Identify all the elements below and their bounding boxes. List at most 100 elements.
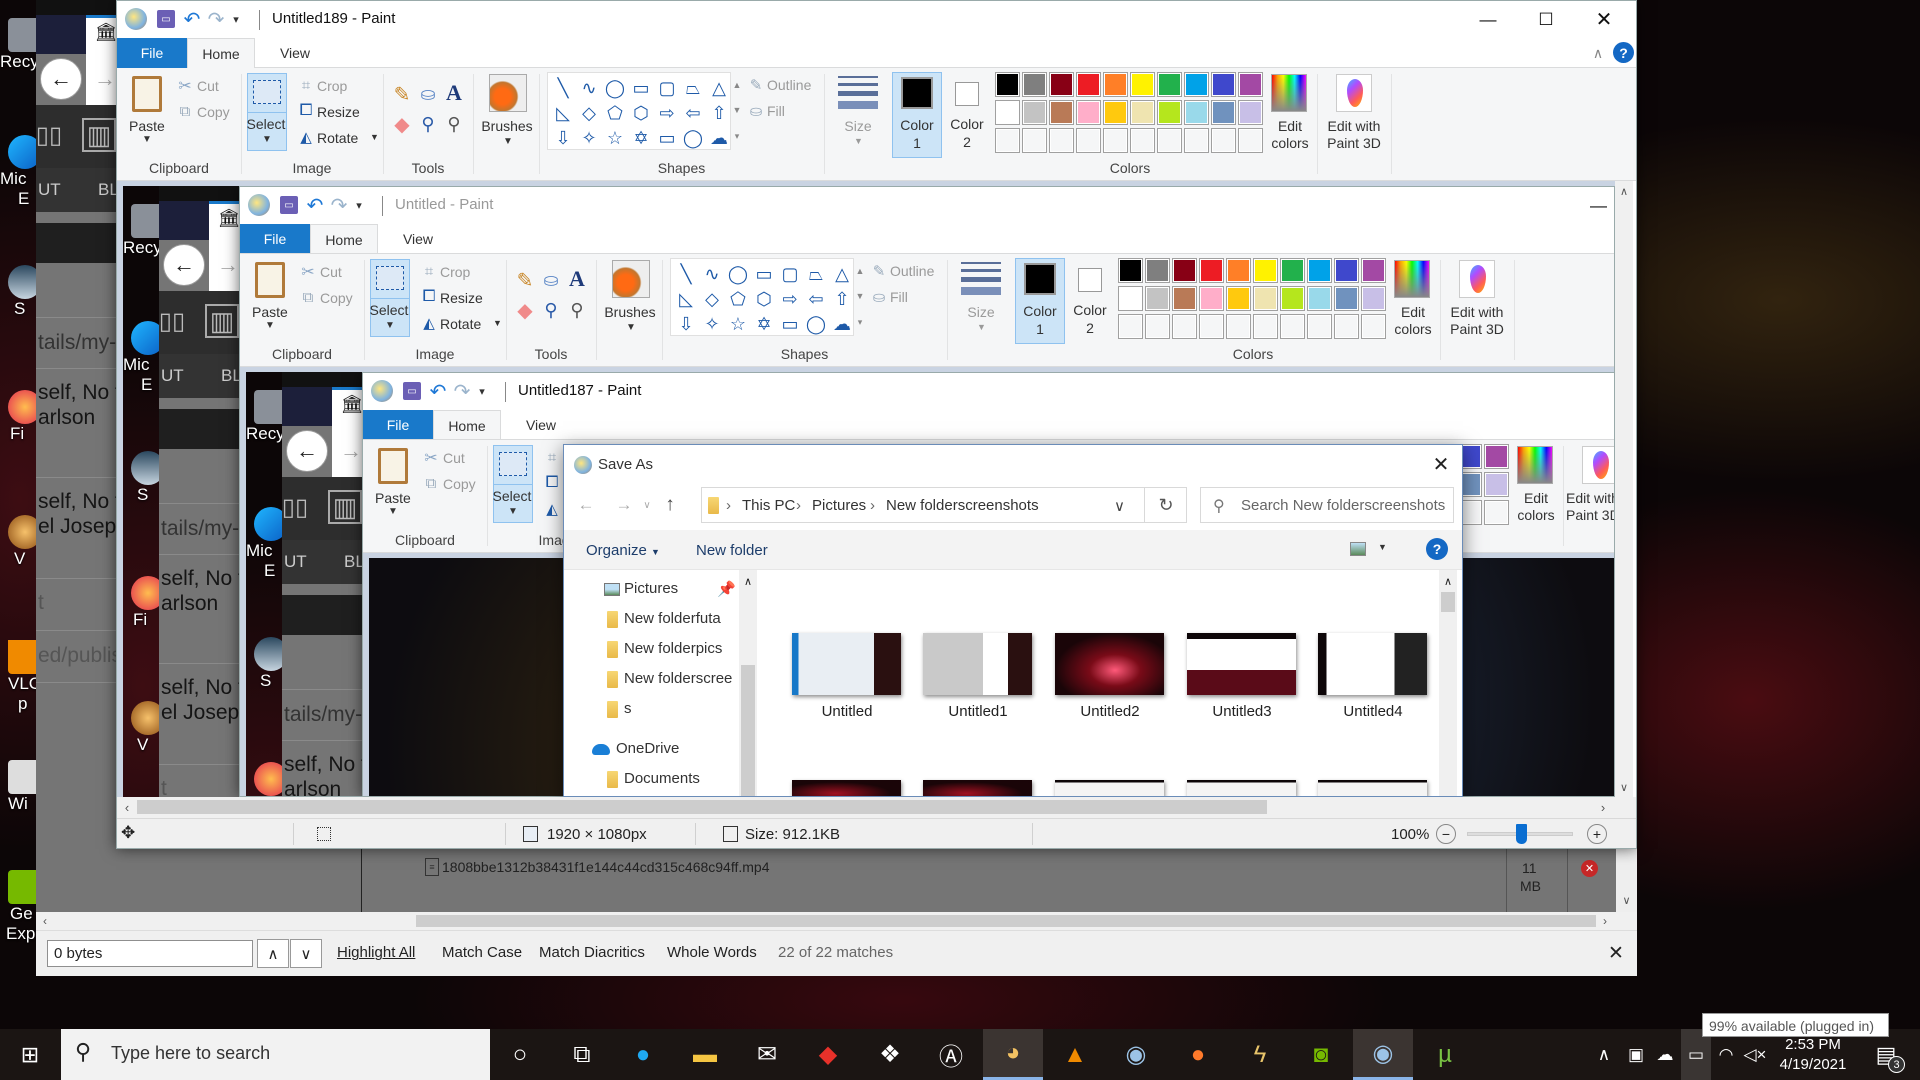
maximize-button[interactable]: ☐ bbox=[1517, 1, 1575, 38]
taskbar-circle-app-icon[interactable]: Ⓐ bbox=[921, 1029, 981, 1080]
scroll-right-icon[interactable]: › bbox=[1595, 799, 1611, 815]
onedrive-icon[interactable]: ☁ bbox=[1650, 1029, 1680, 1080]
custom-color-slot[interactable] bbox=[1130, 128, 1155, 153]
zoom-in-button[interactable]: + bbox=[1587, 824, 1607, 844]
palette-color-swatch[interactable] bbox=[1076, 72, 1101, 97]
file-thumbnail[interactable] bbox=[792, 633, 901, 695]
taskbar-task-view-icon[interactable]: ⧉ bbox=[552, 1029, 612, 1080]
shape-hexagon-icon[interactable]: ⬡ bbox=[628, 101, 654, 125]
outline-button[interactable]: Outline bbox=[767, 77, 811, 93]
save-icon[interactable]: ▭ bbox=[157, 10, 175, 28]
scrollbar-thumb[interactable] bbox=[137, 800, 1267, 814]
scroll-up-icon[interactable]: ∧ bbox=[1615, 183, 1633, 199]
zoom-slider-thumb[interactable] bbox=[1516, 824, 1527, 844]
file-thumbnail[interactable] bbox=[1187, 780, 1296, 796]
find-input[interactable]: 0 bytes bbox=[47, 940, 253, 967]
forward-button[interactable]: → bbox=[612, 493, 636, 517]
color1-button[interactable]: Color 1 bbox=[892, 72, 942, 158]
taskbar-red-app-icon[interactable]: ◆ bbox=[798, 1029, 858, 1080]
undo-icon[interactable]: ↶ bbox=[181, 7, 203, 31]
palette-color-swatch[interactable] bbox=[1130, 72, 1155, 97]
nav-item[interactable]: s bbox=[564, 698, 739, 726]
palette-color-swatch[interactable] bbox=[995, 100, 1020, 125]
palette-color-swatch[interactable] bbox=[1238, 72, 1263, 97]
file-thumbnail[interactable] bbox=[792, 780, 901, 796]
nav-item[interactable]: New folderscree bbox=[564, 668, 739, 696]
customize-quick-access-icon[interactable]: ▾ bbox=[229, 9, 243, 29]
redo-icon[interactable]: ↷ bbox=[205, 7, 227, 31]
book-icon[interactable]: ▯▯ bbox=[36, 120, 62, 150]
custom-color-slot[interactable] bbox=[1184, 128, 1209, 153]
meet-now-icon[interactable]: ▣ bbox=[1622, 1029, 1650, 1080]
files-scrollbar[interactable]: ∧ bbox=[1439, 570, 1457, 796]
palette-color-swatch[interactable] bbox=[1211, 100, 1236, 125]
eraser-icon[interactable]: ◆ bbox=[391, 112, 413, 136]
view-options-icon[interactable] bbox=[1350, 542, 1366, 556]
desktop-icon-wi[interactable]: Wi bbox=[0, 760, 36, 814]
palette-color-swatch[interactable] bbox=[1184, 100, 1209, 125]
color-picker-icon[interactable]: ⚲ bbox=[417, 112, 439, 136]
desktop-icon-v[interactable]: V bbox=[0, 515, 36, 569]
zoom-out-button[interactable]: − bbox=[1436, 824, 1456, 844]
nav-item[interactable]: New folderpics bbox=[564, 638, 739, 666]
close-find-bar-button[interactable]: ✕ bbox=[1604, 941, 1628, 965]
tab-home[interactable]: Home bbox=[187, 38, 255, 68]
taskbar-lightning-app-icon[interactable]: ϟ bbox=[1230, 1029, 1290, 1080]
taskbar-firefox-icon[interactable]: ● bbox=[1168, 1029, 1228, 1080]
scroll-up-icon[interactable]: ▲ bbox=[733, 80, 742, 90]
tab-view[interactable]: View bbox=[265, 38, 325, 68]
palette-color-swatch[interactable] bbox=[1022, 72, 1047, 97]
shape-right-triangle-icon[interactable]: ◺ bbox=[550, 101, 576, 125]
scrollbar-thumb[interactable] bbox=[741, 665, 755, 796]
scrollbar-thumb[interactable] bbox=[1441, 592, 1455, 612]
crop-button[interactable]: Crop bbox=[317, 78, 347, 94]
nav-item[interactable]: OneDrive bbox=[564, 738, 739, 766]
rotate-button[interactable]: Rotate bbox=[317, 130, 358, 146]
address-bar[interactable]: › This PC › Pictures › New folderscreens… bbox=[701, 487, 1187, 523]
scroll-down-icon[interactable]: ∨ bbox=[1615, 779, 1633, 795]
shape-down-arrow-icon[interactable]: ⇩ bbox=[550, 126, 576, 150]
shape-up-arrow-icon[interactable]: ⇧ bbox=[706, 101, 732, 125]
custom-color-slot[interactable] bbox=[1238, 128, 1263, 153]
nav-scrollbar[interactable]: ∧ bbox=[739, 570, 757, 796]
close-dialog-button[interactable]: ✕ bbox=[1424, 449, 1458, 479]
desktop-icon-recycle-bin[interactable]: Recy bbox=[0, 18, 36, 72]
palette-color-swatch[interactable] bbox=[1103, 100, 1128, 125]
palette-color-swatch[interactable] bbox=[1103, 72, 1128, 97]
canvas-area[interactable]: Recy Mic E S Fi V 🏛 ← → ▯▯ ▥ UT BL tails/… bbox=[117, 181, 1615, 797]
file-thumbnail[interactable] bbox=[923, 633, 1032, 695]
edit-colors-button[interactable]: Edit colors bbox=[1265, 72, 1315, 158]
horizontal-scrollbar[interactable]: ‹ › bbox=[117, 797, 1636, 818]
collapse-ribbon-icon[interactable]: ∧ bbox=[1589, 43, 1607, 63]
palette-color-swatch[interactable] bbox=[1022, 100, 1047, 125]
file-name[interactable]: 1808bbe1312b38431f1e144c44cd315c468c94ff… bbox=[442, 859, 769, 875]
shape-four-point-star-icon[interactable]: ✧ bbox=[576, 126, 602, 150]
shape-line-icon[interactable]: ╲ bbox=[550, 76, 576, 100]
scroll-left-icon[interactable]: ‹ bbox=[36, 912, 54, 930]
text-tool-icon[interactable]: A bbox=[443, 80, 465, 106]
resize-button[interactable]: Resize bbox=[317, 104, 360, 120]
copy-button[interactable]: Copy bbox=[197, 104, 230, 120]
size-button[interactable]: Size ▼ bbox=[829, 72, 887, 154]
file-name[interactable]: Untitled4 bbox=[1308, 703, 1438, 720]
shape-cloud-callout-icon[interactable]: ☁ bbox=[706, 126, 732, 150]
show-hidden-icons-button[interactable]: ∧ bbox=[1590, 1029, 1618, 1080]
nav-item[interactable]: New folderfuta bbox=[564, 608, 739, 636]
taskbar-dropbox-icon[interactable]: ❖ bbox=[860, 1029, 920, 1080]
scroll-up-icon[interactable]: ∧ bbox=[739, 574, 757, 588]
palette-color-swatch[interactable] bbox=[1184, 72, 1209, 97]
cut-button[interactable]: Cut bbox=[197, 78, 219, 94]
desktop-icon-steam[interactable]: S bbox=[0, 265, 36, 319]
up-button[interactable]: ↑ bbox=[658, 492, 682, 518]
breadcrumb-this-pc[interactable]: This PC bbox=[742, 497, 795, 514]
taskbar-search[interactable]: ⚲ Type here to search bbox=[61, 1029, 490, 1080]
help-icon[interactable]: ? bbox=[1426, 538, 1448, 560]
palette-color-swatch[interactable] bbox=[995, 72, 1020, 97]
zoom-slider[interactable] bbox=[1467, 824, 1573, 844]
match-diacritics-toggle[interactable]: Match Diacritics bbox=[539, 944, 645, 961]
scrollbar-thumb[interactable] bbox=[416, 915, 1596, 927]
desktop-icon-firefox[interactable]: Fi bbox=[0, 390, 36, 444]
pencil-icon[interactable]: ✎ bbox=[391, 82, 413, 106]
file-name[interactable]: Untitled2 bbox=[1045, 703, 1175, 720]
custom-color-slot[interactable] bbox=[995, 128, 1020, 153]
